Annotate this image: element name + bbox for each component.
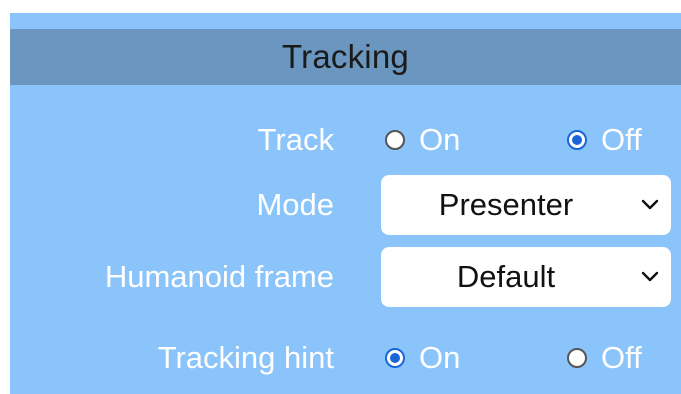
mode-label: Mode <box>256 187 334 222</box>
track-row: Track On Off <box>10 110 681 170</box>
tracking-hint-off-radio[interactable]: Off <box>567 340 642 376</box>
track-off-label[interactable]: Off <box>601 122 642 158</box>
chevron-down-icon[interactable] <box>641 199 659 211</box>
humanoid-frame-select[interactable]: Default <box>381 247 671 307</box>
chevron-down-icon[interactable] <box>641 271 659 283</box>
humanoid-frame-label: Humanoid frame <box>104 259 334 294</box>
humanoid-frame-select-value[interactable]: Default <box>381 259 631 295</box>
track-off-radio[interactable]: Off <box>567 122 642 158</box>
tracking-panel: Tracking Track On Off Mode Presenter Hum… <box>10 13 681 394</box>
mode-select[interactable]: Presenter <box>381 175 671 235</box>
section-header: Tracking <box>10 29 681 85</box>
radio-circle-checked[interactable] <box>567 130 587 150</box>
mode-row: Mode Presenter <box>10 175 681 235</box>
tracking-hint-label: Tracking hint <box>157 340 334 375</box>
tracking-hint-row: Tracking hint On Off <box>10 328 681 388</box>
tracking-hint-on-label[interactable]: On <box>419 340 460 376</box>
radio-circle-unchecked[interactable] <box>385 130 405 150</box>
track-on-radio[interactable]: On <box>385 122 460 158</box>
radio-circle-checked[interactable] <box>385 348 405 368</box>
tracking-hint-on-radio[interactable]: On <box>385 340 460 376</box>
section-title: Tracking <box>282 38 409 75</box>
humanoid-frame-row: Humanoid frame Default <box>10 247 681 307</box>
track-label: Track <box>257 122 334 157</box>
tracking-hint-off-label[interactable]: Off <box>601 340 642 376</box>
mode-select-value[interactable]: Presenter <box>381 187 631 223</box>
radio-circle-unchecked[interactable] <box>567 348 587 368</box>
track-on-label[interactable]: On <box>419 122 460 158</box>
